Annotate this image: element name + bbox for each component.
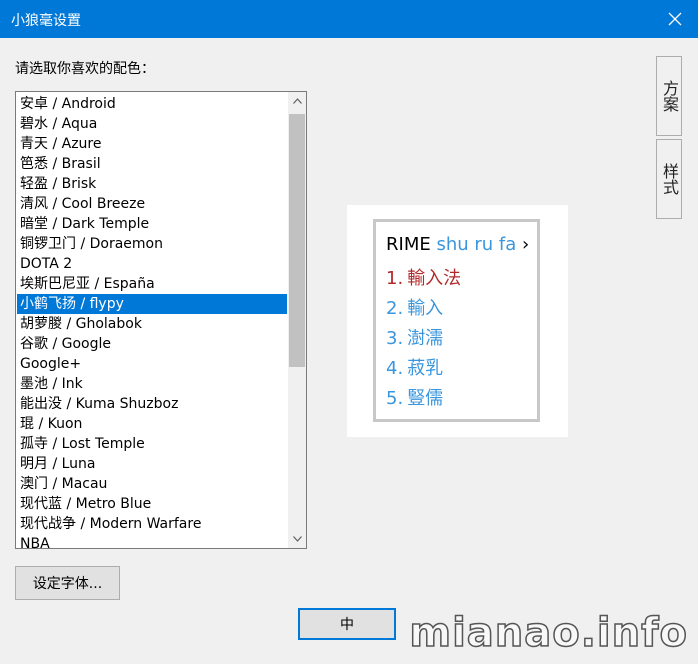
candidate-text: 澍濡 xyxy=(407,328,444,349)
tab-schemes-label: 方案 xyxy=(660,80,679,112)
list-item[interactable]: 小鹤飞扬 / flypy xyxy=(17,294,287,314)
list-item[interactable]: 笆悉 / Brasil xyxy=(17,154,287,174)
list-item[interactable]: 胡萝朡 / Gholabok xyxy=(17,314,287,334)
list-item[interactable]: NBA xyxy=(17,534,287,548)
candidate-label: 3. xyxy=(386,328,404,349)
candidate-window: RIME shu ru fa › 1. 輸入法 2. 輸入 3. 澍濡 4. 菽乳 5. 豎儒 xyxy=(373,219,540,422)
list-item[interactable]: 青天 / Azure xyxy=(17,134,287,154)
page-arrow-icon: › xyxy=(522,234,530,255)
list-item[interactable]: 碧水 / Aqua xyxy=(17,114,287,134)
set-font-button[interactable]: 设定字体... xyxy=(15,566,120,600)
candidate-item: 2. 輸入 xyxy=(386,294,443,320)
pinyin-text: shu ru fa xyxy=(436,234,517,255)
list-item[interactable]: 现代蓝 / Metro Blue xyxy=(17,494,287,514)
ok-button[interactable]: 中 xyxy=(298,608,396,640)
tab-style-label: 样式 xyxy=(660,163,679,195)
candidate-text: 菽乳 xyxy=(407,358,444,379)
candidate-item: 3. 澍濡 xyxy=(386,324,443,350)
candidate-text: 豎儒 xyxy=(407,388,444,409)
chevron-down-icon xyxy=(292,536,302,542)
tab-schemes[interactable]: 方案 xyxy=(656,56,682,136)
list-item[interactable]: 孤寺 / Lost Temple xyxy=(17,434,287,454)
window-title: 小狼毫设置 xyxy=(11,13,81,29)
preedit-text: RIME xyxy=(386,234,431,255)
preedit-line: RIME shu ru fa › xyxy=(386,234,529,255)
candidate-label: 1. xyxy=(386,268,404,289)
list-item[interactable]: 暗堂 / Dark Temple xyxy=(17,214,287,234)
title-bar: 小狼毫设置 xyxy=(0,0,698,38)
watermark: mianao.info xyxy=(409,609,688,657)
list-item[interactable]: DOTA 2 xyxy=(17,254,287,274)
list-item[interactable]: 谷歌 / Google xyxy=(17,334,287,354)
tab-style[interactable]: 样式 xyxy=(656,139,682,219)
candidate-text: 輸入法 xyxy=(407,268,462,289)
preview-panel: RIME shu ru fa › 1. 輸入法 2. 輸入 3. 澍濡 4. 菽乳 5. 豎儒 xyxy=(347,205,568,437)
list-item[interactable]: 现代战争 / Modern Warfare xyxy=(17,514,287,534)
list-item[interactable]: 澳门 / Macau xyxy=(17,474,287,494)
candidate-text: 輸入 xyxy=(407,298,444,319)
scroll-thumb[interactable] xyxy=(289,114,305,367)
list-item[interactable]: Google+ xyxy=(17,354,287,374)
candidate-label: 5. xyxy=(386,388,404,409)
list-item[interactable]: 琨 / Kuon xyxy=(17,414,287,434)
list-item[interactable]: 清风 / Cool Breeze xyxy=(17,194,287,214)
candidate-item: 5. 豎儒 xyxy=(386,384,443,410)
list-item[interactable]: 墨池 / Ink xyxy=(17,374,287,394)
scroll-down-button[interactable] xyxy=(288,530,306,548)
scroll-up-button[interactable] xyxy=(288,92,306,110)
candidate-label: 2. xyxy=(386,298,404,319)
list-item[interactable]: 安卓 / Android xyxy=(17,94,287,114)
candidate-label: 4. xyxy=(386,358,404,379)
chevron-up-icon xyxy=(292,98,302,104)
list-items: 安卓 / Android 碧水 / Aqua 青天 / Azure 笆悉 / Bras… xyxy=(17,94,287,548)
vertical-scrollbar[interactable] xyxy=(288,92,306,548)
color-scheme-prompt: 请选取你喜欢的配色： xyxy=(15,61,155,77)
close-icon xyxy=(668,12,682,26)
list-item[interactable]: 埃斯巴尼亚 / España xyxy=(17,274,287,294)
candidate-item: 1. 輸入法 xyxy=(386,264,461,290)
candidate-item: 4. 菽乳 xyxy=(386,354,443,380)
list-item[interactable]: 轻盈 / Brisk xyxy=(17,174,287,194)
list-item[interactable]: 明月 / Luna xyxy=(17,454,287,474)
color-scheme-list[interactable]: 安卓 / Android 碧水 / Aqua 青天 / Azure 笆悉 / Bras… xyxy=(15,91,307,549)
close-button[interactable] xyxy=(652,0,698,38)
list-item[interactable]: 能出没 / Kuma Shuzboz xyxy=(17,394,287,414)
list-item[interactable]: 铜锣卫门 / Doraemon xyxy=(17,234,287,254)
